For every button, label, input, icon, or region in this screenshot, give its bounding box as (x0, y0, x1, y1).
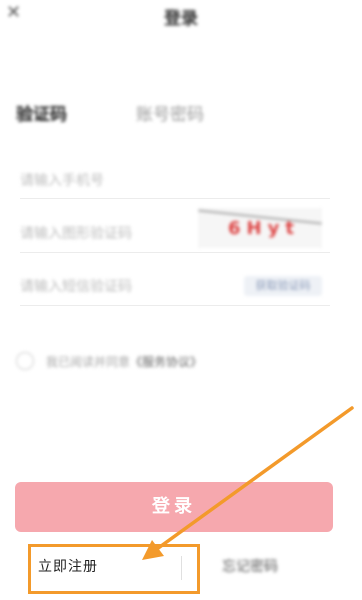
divider (20, 305, 330, 306)
divider (20, 198, 330, 199)
divider (181, 556, 182, 580)
captcha-input[interactable]: 请输入图形验证码 (20, 223, 132, 243)
login-button[interactable]: 登录 (15, 482, 333, 532)
agreement-text: 我已阅读并同意《服务协议》 (46, 353, 202, 370)
agreement-link[interactable]: 《服务协议》 (130, 355, 202, 369)
agreement-checkbox[interactable] (16, 352, 34, 370)
tab-password[interactable]: 账号密码 (136, 100, 204, 125)
sms-code-input[interactable]: 请输入短信验证码 (20, 276, 132, 296)
forgot-password-link[interactable]: 忘记密码 (222, 556, 278, 576)
get-sms-code-button[interactable]: 获取验证码 (244, 276, 322, 296)
phone-input[interactable]: 请输入手机号 (20, 170, 104, 190)
page-title: 登录 (164, 9, 198, 29)
top-bar: ✕ 登录 (0, 0, 362, 34)
tab-sms-code[interactable]: 验证码 (16, 100, 67, 125)
divider (20, 252, 330, 253)
captcha-image[interactable]: 6Hyt (198, 208, 322, 248)
captcha-text: 6Hyt (228, 218, 300, 239)
register-button[interactable]: 立即注册 (38, 556, 98, 576)
agreement-label: 我已阅读并同意 (46, 355, 131, 369)
